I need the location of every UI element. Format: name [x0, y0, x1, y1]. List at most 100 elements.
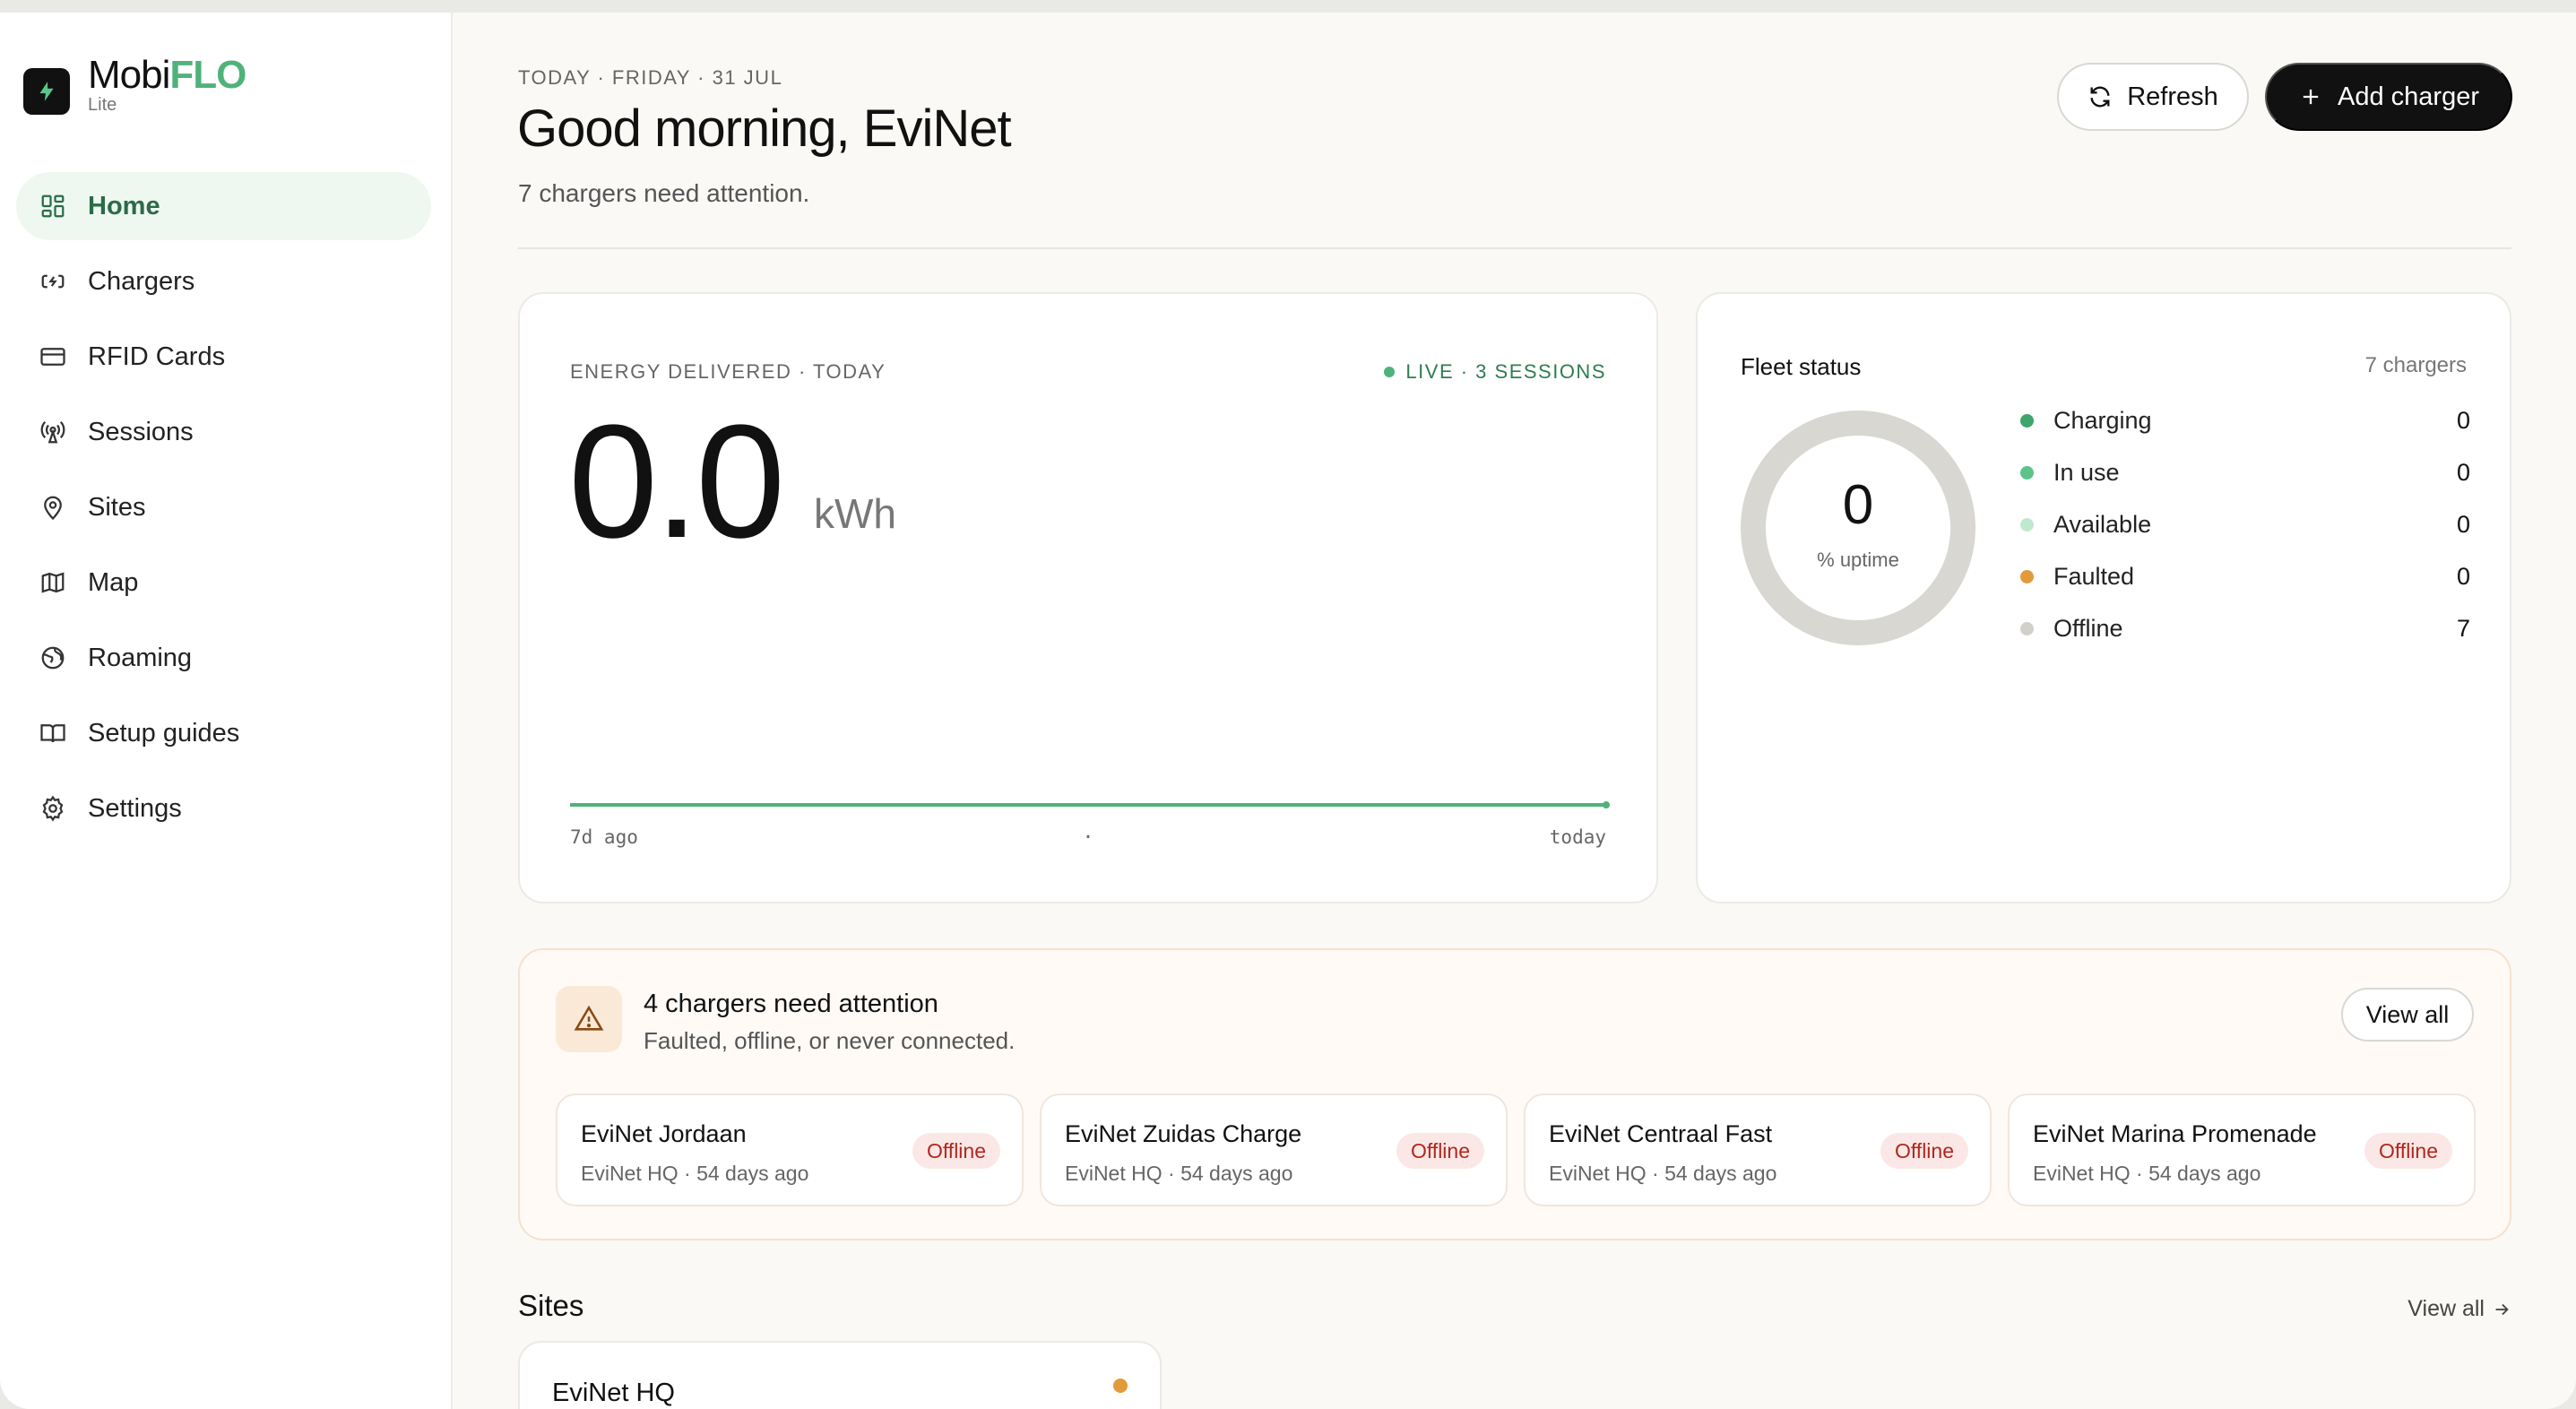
app-window: MobiFLO Lite Home Chargers RFID Cards Se…: [0, 13, 2576, 1409]
site-card[interactable]: EviNet HQ: [518, 1341, 1162, 1409]
attention-title: 4 chargers need attention: [644, 990, 938, 1018]
sidebar-nav: Home Chargers RFID Cards Sessions Sites …: [16, 172, 431, 850]
energy-label: ENERGY DELIVERED · TODAY: [570, 360, 886, 383]
charger-tile[interactable]: EviNet Centraal Fast EviNet HQ · 54 days…: [1524, 1093, 1992, 1206]
broadcast-icon: [38, 417, 68, 447]
brand-logo[interactable]: MobiFLO Lite: [23, 50, 246, 116]
page-subtitle: 7 chargers need attention.: [518, 179, 810, 207]
fleet-status-card: Fleet status 7 chargers 0 % uptime Charg…: [1696, 292, 2511, 903]
fleet-title: Fleet status: [1741, 353, 1862, 380]
map-icon: [38, 567, 68, 598]
sites-heading: Sites: [518, 1289, 584, 1322]
status-dot-icon: [2020, 621, 2034, 635]
book-icon: [38, 718, 68, 748]
window-top-edge: [0, 0, 2576, 13]
status-dot-icon: [2020, 569, 2034, 583]
arrow-right-icon: [2495, 1303, 2509, 1315]
brand-name-part: Mobi: [88, 53, 170, 97]
pin-icon: [38, 492, 68, 523]
sidebar-item-label: Chargers: [88, 266, 195, 296]
status-badge: Offline: [1880, 1133, 1968, 1169]
legend-value: 0: [2456, 406, 2470, 434]
legend-value: 7: [2456, 614, 2470, 642]
energy-unit: kWh: [814, 490, 896, 537]
sidebar-item-home[interactable]: Home: [16, 172, 431, 240]
refresh-icon: [2090, 86, 2110, 108]
legend-label: Faulted: [2053, 562, 2135, 590]
charger-tile[interactable]: EviNet Marina Promenade EviNet HQ · 54 d…: [2008, 1093, 2476, 1206]
status-badge: Offline: [912, 1133, 1000, 1169]
fleet-count: 7 chargers: [2364, 353, 2467, 377]
refresh-label: Refresh: [2127, 82, 2218, 111]
sidebar-item-label: Roaming: [88, 643, 193, 672]
energy-card: ENERGY DELIVERED · TODAY LIVE · 3 SESSIO…: [518, 292, 1658, 903]
legend-value: 0: [2456, 458, 2470, 486]
dashboard-icon: [38, 191, 68, 221]
fleet-legend: Charging 0 In use 0 Available 0 Faulted …: [2020, 394, 2470, 654]
add-charger-button[interactable]: Add charger: [2265, 63, 2512, 131]
warning-icon: [556, 986, 622, 1052]
sidebar-item-label: Setup guides: [88, 718, 240, 748]
energy-value: 0.0: [568, 392, 785, 572]
header-divider: [518, 247, 2511, 249]
attention-panel: 4 chargers need attention Faulted, offli…: [518, 948, 2511, 1240]
charger-name: EviNet Centraal Fast: [1549, 1120, 1773, 1147]
live-indicator: LIVE · 3 SESSIONS: [1384, 360, 1606, 384]
charger-tile[interactable]: EviNet Zuidas Charge EviNet HQ · 54 days…: [1040, 1093, 1508, 1206]
status-dot-icon: [2020, 413, 2034, 428]
legend-row-charging: Charging 0: [2020, 394, 2470, 446]
view-all-sites-link[interactable]: View all: [2407, 1296, 2511, 1322]
uptime-value: 0: [1842, 474, 1874, 536]
live-label: LIVE · 3 SESSIONS: [1405, 360, 1606, 383]
sidebar-item-sessions[interactable]: Sessions: [16, 398, 431, 466]
refresh-button[interactable]: Refresh: [2057, 63, 2249, 131]
charger-tile[interactable]: EviNet Jordaan EviNet HQ · 54 days ago O…: [556, 1093, 1024, 1206]
sidebar-item-label: Settings: [88, 793, 182, 823]
legend-value: 0: [2456, 562, 2470, 590]
brand-name: MobiFLO: [88, 50, 246, 100]
sidebar-item-label: Map: [88, 567, 139, 597]
sidebar-item-map[interactable]: Map: [16, 549, 431, 617]
site-status-dot-icon: [1113, 1379, 1128, 1393]
sidebar-item-label: RFID Cards: [88, 341, 226, 371]
charger-name: EviNet Zuidas Charge: [1065, 1120, 1302, 1147]
sidebar-item-sites[interactable]: Sites: [16, 473, 431, 541]
sidebar: MobiFLO Lite Home Chargers RFID Cards Se…: [0, 13, 453, 1409]
uptime-label: % uptime: [1817, 549, 1899, 571]
legend-row-offline: Offline 7: [2020, 602, 2470, 654]
globe-icon: [38, 643, 68, 673]
legend-row-available: Available 0: [2020, 498, 2470, 550]
charger-name: EviNet Jordaan: [581, 1120, 747, 1147]
charger-name: EviNet Marina Promenade: [2033, 1120, 2317, 1147]
date-label: TODAY · FRIDAY · 31 JUL: [518, 66, 783, 89]
view-all-sites-label: View all: [2407, 1296, 2485, 1321]
status-dot-icon: [2020, 465, 2034, 480]
legend-label: Offline: [2053, 614, 2123, 642]
charger-meta: EviNet HQ · 54 days ago: [1065, 1162, 1293, 1185]
sidebar-item-roaming[interactable]: Roaming: [16, 624, 431, 692]
sidebar-item-rfid-cards[interactable]: RFID Cards: [16, 323, 431, 391]
sidebar-item-setup-guides[interactable]: Setup guides: [16, 699, 431, 767]
sidebar-item-label: Sites: [88, 492, 146, 522]
status-badge: Offline: [1396, 1133, 1484, 1169]
sidebar-item-settings[interactable]: Settings: [16, 774, 431, 843]
legend-label: In use: [2053, 458, 2120, 486]
axis-label-end: today: [1549, 826, 1606, 848]
status-dot-icon: [2020, 517, 2034, 532]
main-content: TODAY · FRIDAY · 31 JUL Good morning, Ev…: [453, 13, 2576, 1409]
add-charger-label: Add charger: [2338, 82, 2479, 111]
sidebar-item-chargers[interactable]: Chargers: [16, 247, 431, 316]
sidebar-item-label: Sessions: [88, 417, 194, 446]
legend-label: Available: [2053, 510, 2152, 538]
axis-label-mid: ·: [1082, 826, 1094, 848]
charger-meta: EviNet HQ · 54 days ago: [581, 1162, 809, 1185]
legend-row-in-use: In use 0: [2020, 446, 2470, 498]
charger-meta: EviNet HQ · 54 days ago: [1549, 1162, 1777, 1185]
site-name: EviNet HQ: [552, 1379, 675, 1407]
brand-name-accent: FLO: [169, 53, 246, 97]
legend-row-faulted: Faulted 0: [2020, 550, 2470, 602]
plus-icon: [2303, 89, 2319, 105]
page-title: Good morning, EviNet: [517, 99, 1012, 158]
status-badge: Offline: [2364, 1133, 2452, 1169]
view-all-attention-button[interactable]: View all: [2341, 988, 2474, 1042]
